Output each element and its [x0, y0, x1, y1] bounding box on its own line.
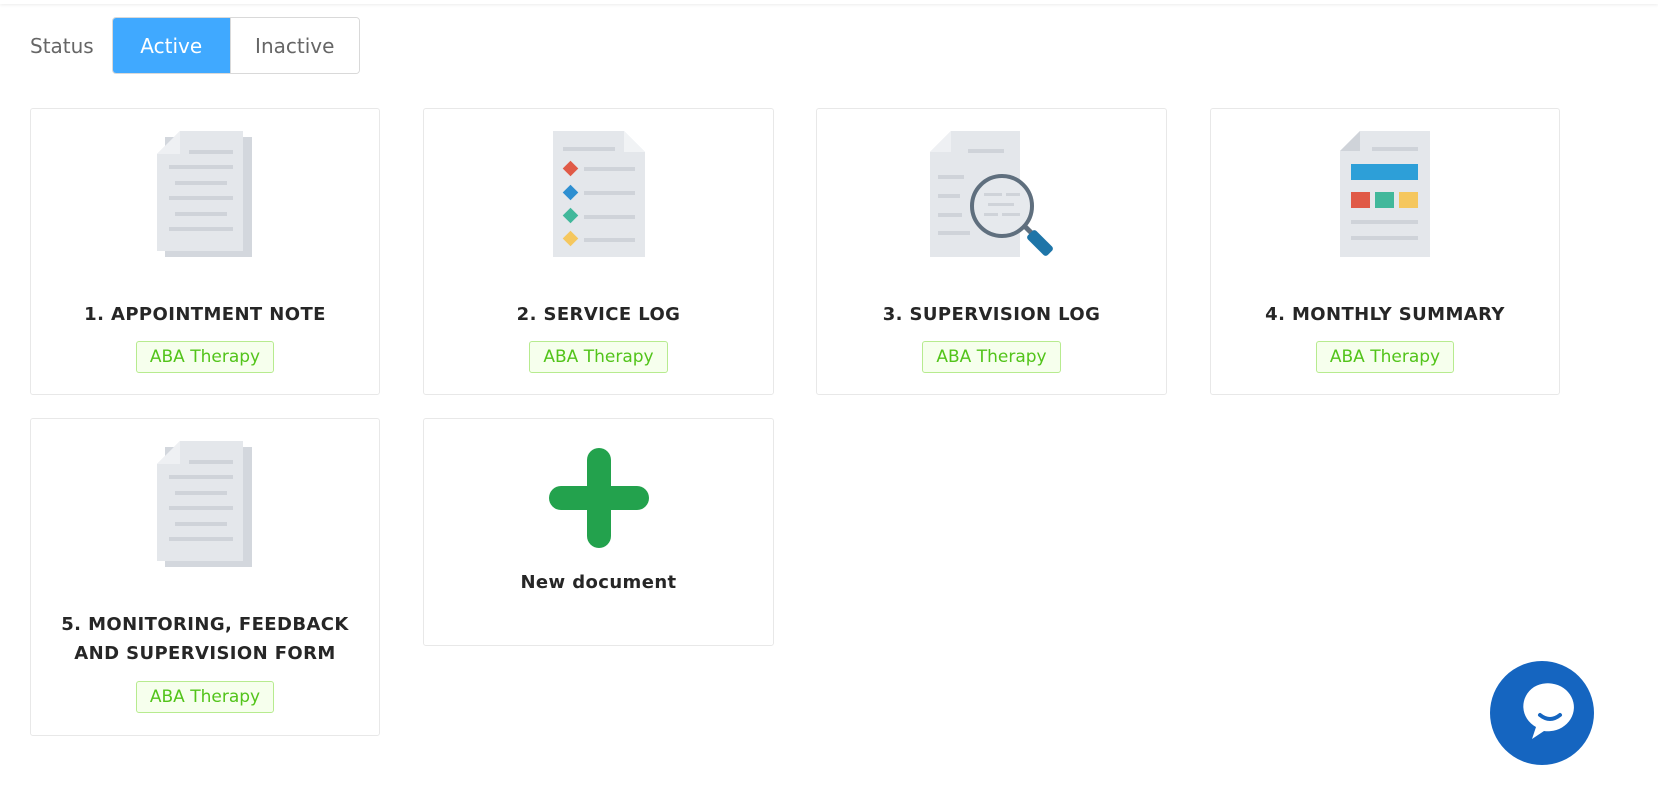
plus-icon	[424, 448, 773, 548]
document-title: 1. APPOINTMENT NOTE	[84, 304, 326, 325]
category-tag: ABA Therapy	[529, 341, 668, 373]
document-title: 3. SUPERVISION LOG	[882, 304, 1101, 325]
status-inactive-button[interactable]: Inactive	[229, 18, 359, 73]
category-tag: ABA Therapy	[1315, 341, 1455, 373]
document-title: 2. SERVICE LOG	[516, 304, 681, 325]
magnifier-document-icon	[817, 131, 1166, 257]
category-tag: ABA Therapy	[922, 341, 1061, 373]
document-card-monitoring-feedback-supervision-form[interactable]: 5. MONITORING, FEEDBACK AND SUPERVISION …	[30, 418, 380, 736]
status-toggle: Active Inactive	[111, 17, 360, 74]
category-tag: ABA Therapy	[135, 681, 275, 713]
chat-bubble-icon	[1523, 683, 1574, 739]
status-filter: Status Active Inactive	[30, 17, 360, 74]
text-document-icon	[31, 441, 379, 567]
report-document-icon	[1211, 131, 1559, 257]
new-document-label: New document	[520, 572, 677, 593]
document-card-appointment-note[interactable]: 1. APPOINTMENT NOTE ABA Therapy	[30, 108, 380, 395]
status-label: Status	[30, 33, 94, 58]
document-card-monthly-summary[interactable]: 4. MONTHLY SUMMARY ABA Therapy	[1210, 108, 1560, 395]
status-active-button[interactable]: Active	[112, 18, 230, 73]
checklist-document-icon	[424, 131, 773, 257]
new-document-card[interactable]: New document	[423, 418, 774, 646]
document-title: 4. MONTHLY SUMMARY	[1265, 304, 1505, 325]
top-bar	[0, 0, 1658, 4]
text-document-icon	[31, 131, 379, 257]
category-tag: ABA Therapy	[135, 341, 275, 373]
document-title: 5. MONITORING, FEEDBACK AND SUPERVISION …	[61, 614, 349, 664]
chat-widget-button[interactable]	[1490, 661, 1594, 765]
document-card-service-log[interactable]: 2. SERVICE LOG ABA Therapy	[423, 108, 774, 395]
document-card-supervision-log[interactable]: 3. SUPERVISION LOG ABA Therapy	[816, 108, 1167, 395]
